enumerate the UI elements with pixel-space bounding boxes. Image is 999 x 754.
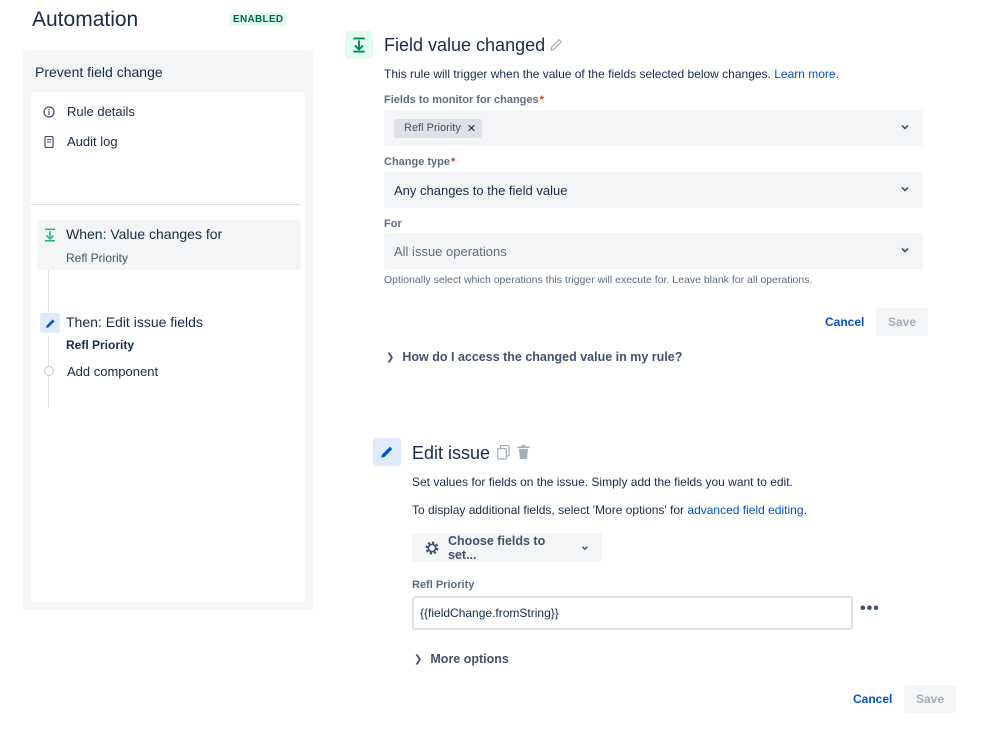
chevron-down-icon <box>582 545 589 550</box>
trigger-save-button[interactable]: Save <box>876 308 929 336</box>
chevron-down-icon <box>901 247 909 253</box>
more-options-expander[interactable]: ❯ More options <box>414 652 509 666</box>
choose-fields-button[interactable]: Choose fields to set... <box>412 533 602 562</box>
fields-label: Fields to monitor for changes* <box>384 94 544 106</box>
change-type-select[interactable]: Any changes to the field value <box>384 172 923 208</box>
trigger-config-title: Field value changed <box>384 35 546 55</box>
learn-more-link[interactable]: Learn more. <box>774 67 839 81</box>
field-chip: Refl Priority ✕ <box>394 118 483 138</box>
nav-audit-log-label: Audit log <box>67 134 118 149</box>
pencil-icon <box>40 313 60 333</box>
trash-icon[interactable] <box>516 444 530 460</box>
add-component-dot <box>44 366 54 376</box>
edit-issue-description: Set values for fields on the issue. Simp… <box>412 475 793 489</box>
action-subtitle: Refl Priority <box>66 338 135 352</box>
info-icon <box>43 105 55 118</box>
gear-icon <box>424 540 440 556</box>
rule-name: Prevent field change <box>35 64 163 80</box>
trigger-header-icon <box>345 31 373 59</box>
chevron-down-icon <box>901 186 909 192</box>
edit-save-button[interactable]: Save <box>904 685 957 713</box>
for-helper-text: Optionally select which operations this … <box>384 274 813 286</box>
advanced-field-editing-link[interactable]: advanced field editing <box>687 503 803 517</box>
step-trigger[interactable]: When: Value changes for Refl Priority <box>37 220 301 270</box>
page-title: Automation <box>32 8 139 31</box>
step-action[interactable]: Then: Edit issue fields Refl Priority <box>37 310 301 360</box>
refl-priority-label: Refl Priority <box>412 579 475 591</box>
edit-issue-icon <box>373 438 401 466</box>
remove-chip-icon[interactable]: ✕ <box>467 122 476 135</box>
copy-icon[interactable] <box>496 444 510 460</box>
action-title: Then: Edit issue fields <box>66 314 203 330</box>
fields-select[interactable]: Refl Priority ✕ <box>384 110 923 146</box>
change-type-label: Change type* <box>384 156 456 168</box>
add-component-label: Add component <box>67 364 159 379</box>
edit-cancel-button[interactable]: Cancel <box>853 692 892 706</box>
edit-name-icon[interactable] <box>549 37 563 53</box>
chevron-right-icon: ❯ <box>414 653 423 665</box>
trigger-title: When: Value changes for <box>66 226 223 242</box>
changed-value-help-expander[interactable]: ❯ How do I access the changed value in m… <box>386 350 682 364</box>
status-badge: ENABLED <box>229 13 288 26</box>
trigger-description: This rule will trigger when the value of… <box>384 67 839 81</box>
trigger-icon <box>40 225 60 245</box>
more-actions-icon[interactable]: ••• <box>860 600 880 618</box>
trigger-cancel-button[interactable]: Cancel <box>825 315 864 329</box>
nav-rule-details[interactable]: Rule details <box>43 104 135 119</box>
edit-issue-description-2: To display additional fields, select 'Mo… <box>412 503 807 517</box>
refl-priority-input[interactable]: {{fieldChange.fromString}} <box>412 596 853 630</box>
document-icon <box>43 135 55 148</box>
rule-card: Rule details Audit log When: Value chang… <box>31 92 305 602</box>
chevron-right-icon: ❯ <box>386 351 395 363</box>
for-select[interactable]: All issue operations <box>384 233 923 269</box>
trigger-subtitle: Refl Priority <box>66 251 129 265</box>
divider <box>31 204 301 205</box>
edit-issue-title: Edit issue <box>412 443 491 463</box>
add-component-button[interactable]: Add component <box>67 364 158 379</box>
connector <box>48 270 49 312</box>
rule-panel: Prevent field change Rule details Audit … <box>23 50 313 610</box>
nav-audit-log[interactable]: Audit log <box>43 134 118 149</box>
for-label: For <box>384 218 402 230</box>
nav-rule-details-label: Rule details <box>67 104 135 119</box>
chevron-down-icon <box>901 124 909 130</box>
